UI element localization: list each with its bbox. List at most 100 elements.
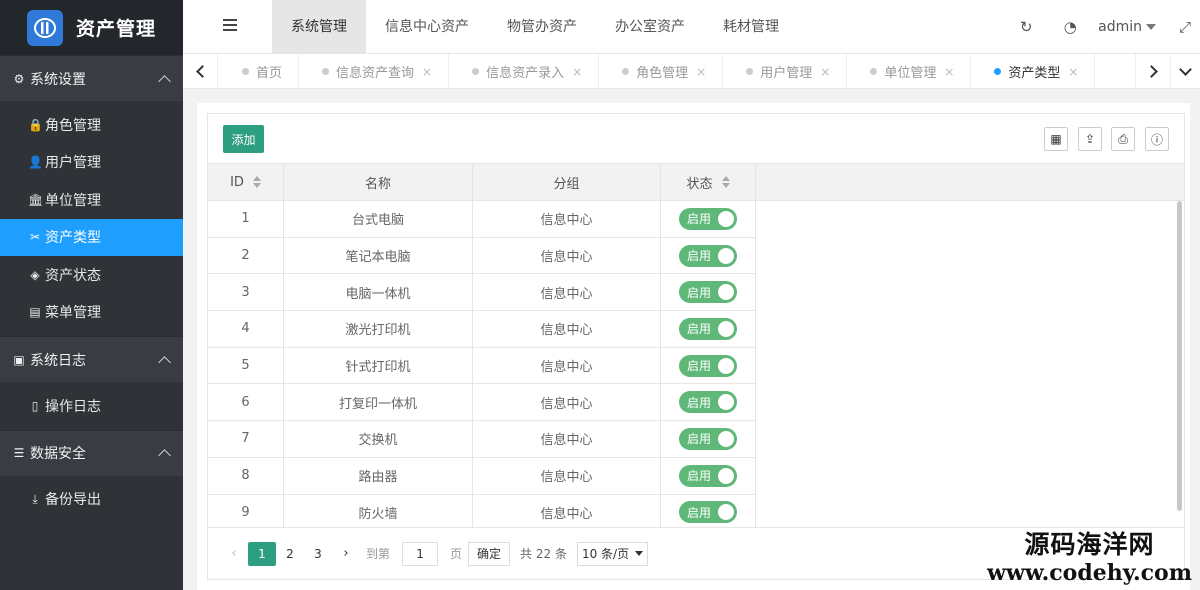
print-icon[interactable]: ⎙	[1111, 127, 1135, 151]
page-tab-user-management[interactable]: 用户管理 ×	[723, 54, 848, 89]
page-tab-asset-type[interactable]: 资产类型 ×	[971, 54, 1096, 89]
close-icon[interactable]: ×	[1068, 65, 1078, 79]
close-icon[interactable]: ×	[820, 65, 830, 79]
prev-page-button[interactable]: ‹	[220, 542, 248, 566]
page-tab-home[interactable]: 首页	[219, 54, 300, 89]
sidebar-item-menu-management[interactable]: ▤ 菜单管理	[0, 294, 183, 332]
cell-status: 启用	[661, 421, 756, 457]
tab-dot	[994, 68, 1002, 75]
status-toggle[interactable]: 启用	[679, 354, 737, 377]
status-toggle[interactable]: 启用	[679, 501, 737, 524]
sidebar-item-label: 操作日志	[45, 398, 101, 415]
sidebar-item-asset-type[interactable]: ✂ 资产类型	[0, 218, 183, 256]
cell-group: 信息中心	[473, 201, 661, 237]
goto-page-input[interactable]	[402, 541, 439, 566]
top-tab-property-office-assets[interactable]: 物管办资产	[488, 0, 596, 54]
sidebar-item-backup-export[interactable]: ⤓ 备份导出	[0, 481, 183, 519]
status-toggle[interactable]: 启用	[679, 281, 737, 304]
sidebar-item-label: 菜单管理	[45, 305, 101, 322]
tab-scroll-left-button[interactable]	[183, 54, 218, 89]
menu-toggle-icon[interactable]	[223, 19, 237, 31]
table-row: 7 交换机 信息中心 启用	[208, 421, 756, 458]
export-icon[interactable]: ⇪	[1078, 127, 1102, 151]
status-toggle[interactable]: 启用	[679, 427, 737, 450]
data-table: 添加 ▦ ⇪ ⎙ ⓘ ID 名称 分组 状态 1 台式电脑 信息中心 启用 2 …	[207, 113, 1185, 580]
page-tab-asset-query[interactable]: 信息资产查询 ×	[299, 54, 450, 89]
tab-menu-button[interactable]	[1170, 54, 1200, 89]
top-tab-system-management[interactable]: 系统管理	[272, 0, 366, 54]
cell-id: 8	[208, 457, 284, 494]
cell-id: 6	[208, 384, 284, 421]
sidebar-item-role-management[interactable]: 🔒 角色管理	[0, 106, 183, 144]
sidebar: 资产管理 ⚙ 系统设置 🔒 角色管理 👤 用户管理 🏛 单位管理 ✂ 资产类型 …	[0, 0, 183, 590]
status-toggle[interactable]: 启用	[679, 464, 737, 487]
status-toggle[interactable]: 启用	[679, 317, 737, 340]
toggle-label: 启用	[687, 469, 712, 484]
cell-status: 启用	[661, 201, 756, 237]
next-page-button[interactable]: ›	[332, 542, 360, 566]
add-button[interactable]: 添加	[223, 125, 264, 153]
page-button-2[interactable]: 2	[276, 542, 304, 566]
top-tab-office-assets[interactable]: 办公室资产	[596, 0, 704, 54]
top-tab-consumables[interactable]: 耗材管理	[704, 0, 798, 54]
sidebar-item-unit-management[interactable]: 🏛 单位管理	[0, 181, 183, 219]
page-tab-label: 用户管理	[760, 66, 813, 81]
cell-group: 信息中心	[473, 494, 661, 528]
sort-icon[interactable]	[721, 176, 730, 188]
toggle-label: 启用	[687, 212, 712, 227]
chevron-up-icon	[158, 449, 171, 462]
status-toggle[interactable]: 启用	[679, 391, 737, 414]
columns-filter-icon[interactable]: ▦	[1044, 127, 1068, 151]
goto-label: 到第	[366, 547, 391, 561]
sidebar-item-asset-status[interactable]: ◈ 资产状态	[0, 256, 183, 294]
sidebar-group-label: 系统日志	[30, 352, 86, 369]
table-body: 1 台式电脑 信息中心 启用 2 笔记本电脑 信息中心 启用 3 电脑一体机 信…	[208, 201, 1184, 528]
cell-id: 9	[208, 494, 284, 528]
cell-group: 信息中心	[473, 421, 661, 457]
sidebar-group-system-log[interactable]: ▣ 系统日志	[0, 336, 183, 382]
tab-scroll-right-button[interactable]	[1135, 54, 1170, 89]
page-tab-asset-entry[interactable]: 信息资产录入 ×	[449, 54, 600, 89]
table-row: 5 针式打印机 信息中心 启用	[208, 347, 756, 385]
status-toggle[interactable]: 启用	[679, 207, 737, 230]
fullscreen-icon[interactable]: ⤢	[1170, 18, 1200, 36]
info-icon[interactable]: ⓘ	[1145, 127, 1169, 151]
dashboard-icon[interactable]: ◔	[1048, 18, 1092, 36]
watermark-url: www.codehy.com	[987, 560, 1192, 586]
column-header-id[interactable]: ID	[208, 164, 284, 200]
close-icon[interactable]: ×	[422, 65, 432, 79]
chevron-up-icon	[158, 355, 171, 369]
logo[interactable]: 资产管理	[0, 0, 183, 55]
page-button-1[interactable]: 1	[248, 541, 276, 566]
page-tab-role-management[interactable]: 角色管理 ×	[599, 54, 724, 89]
refresh-icon[interactable]: ↻	[1004, 18, 1048, 36]
tab-dot	[322, 68, 330, 75]
table-row: 2 笔记本电脑 信息中心 启用	[208, 237, 756, 275]
sort-icon[interactable]	[252, 176, 261, 188]
lock-icon: 🔒	[28, 117, 43, 132]
confirm-button[interactable]: 确定	[468, 541, 511, 566]
sidebar-item-user-management[interactable]: 👤 用户管理	[0, 144, 183, 182]
table-row: 9 防火墙 信息中心 启用	[208, 494, 756, 528]
sidebar-item-label: 单位管理	[45, 192, 101, 209]
status-toggle[interactable]: 启用	[679, 244, 737, 267]
tab-dot	[472, 68, 480, 75]
page-tab-unit-management[interactable]: 单位管理 ×	[847, 54, 972, 89]
column-header-status[interactable]: 状态	[661, 164, 756, 200]
user-menu[interactable]: admin	[1092, 19, 1170, 35]
close-icon[interactable]: ×	[696, 65, 706, 79]
sidebar-group-data-security[interactable]: ☰ 数据安全	[0, 429, 183, 476]
column-header-label: ID	[230, 174, 244, 190]
sidebar-group-system-settings[interactable]: ⚙ 系统设置	[0, 55, 183, 101]
cell-name: 路由器	[284, 457, 473, 494]
close-icon[interactable]: ×	[944, 65, 954, 79]
cell-status: 启用	[661, 274, 756, 311]
close-icon[interactable]: ×	[572, 65, 582, 79]
sidebar-item-operation-log[interactable]: ▯ 操作日志	[0, 387, 183, 425]
cell-group: 信息中心	[473, 457, 661, 494]
page-button-3[interactable]: 3	[304, 542, 332, 566]
table-scrollbar[interactable]	[1177, 201, 1182, 511]
top-tab-info-center-assets[interactable]: 信息中心资产	[366, 0, 488, 54]
list-alt-icon: ▤	[29, 305, 41, 320]
page-size-select[interactable]: 10 条/页	[576, 541, 649, 566]
